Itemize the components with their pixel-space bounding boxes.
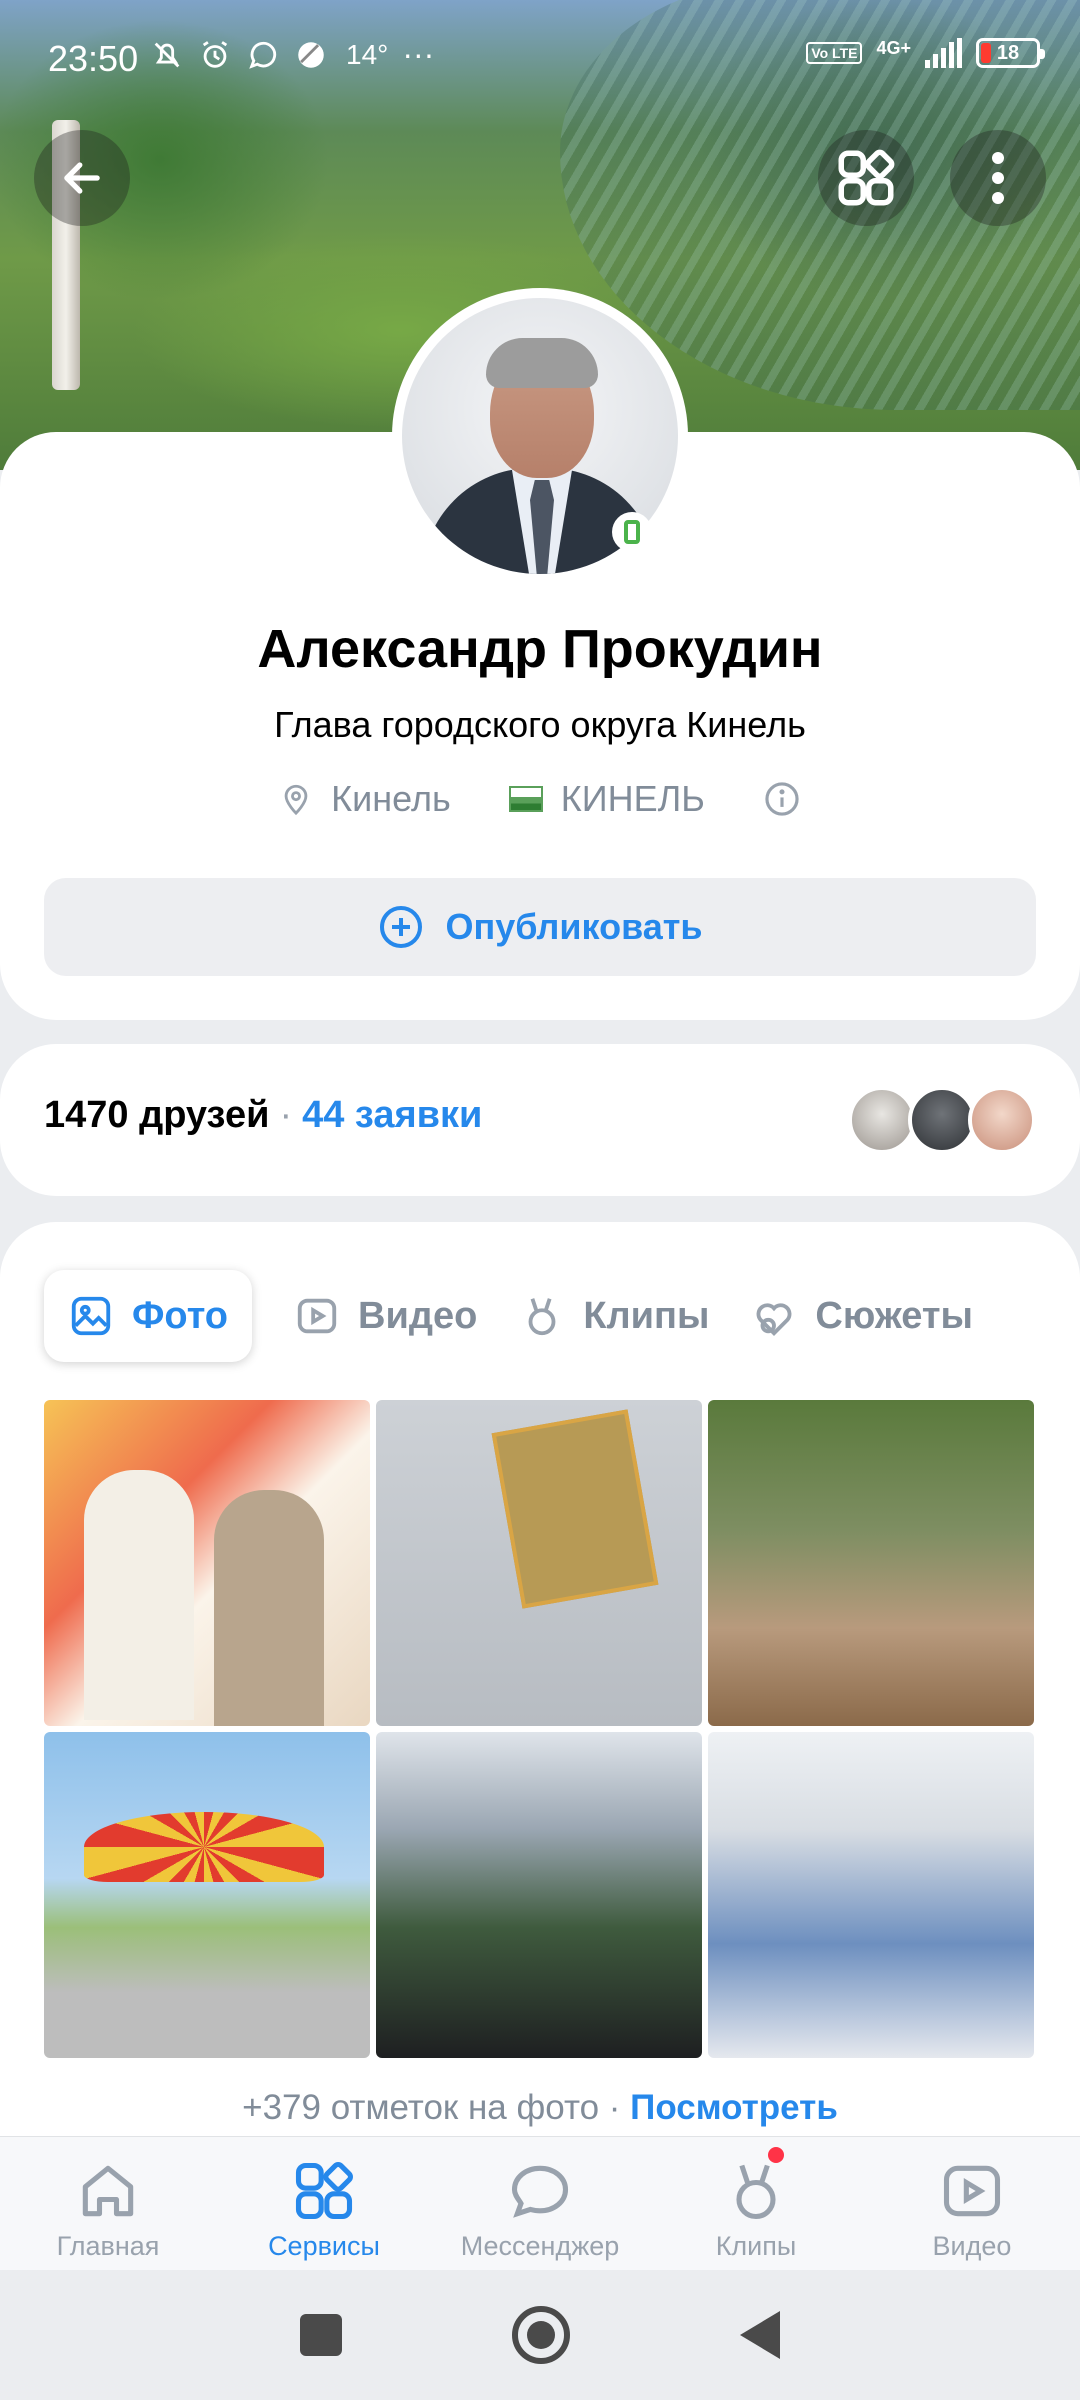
more-options-button[interactable] — [950, 130, 1046, 226]
nav-label: Видео — [932, 2231, 1012, 2261]
tab-label: Клипы — [583, 1294, 710, 1337]
video-icon — [297, 1298, 337, 1334]
profile-meta: Кинель КИНЕЛЬ — [0, 778, 1080, 820]
photo-thumbnail[interactable] — [44, 1400, 370, 1726]
system-navigation-bar — [0, 2270, 1080, 2400]
plus-circle-icon — [380, 906, 423, 948]
photo-thumbnail[interactable] — [376, 1400, 702, 1726]
friend-avatar — [968, 1086, 1036, 1154]
tab-stories[interactable]: Сюжеты — [751, 1270, 973, 1362]
friends-separator: · — [279, 1094, 293, 1136]
status-system-icons: Vo LTE 4G+ 18 — [806, 38, 1045, 68]
nav-messenger[interactable]: Мессенджер — [432, 2137, 648, 2270]
signal-icon — [925, 38, 962, 68]
photo-tags-count: +379 отметок на фото · — [242, 2088, 631, 2127]
media-card: Фото Видео Клипы Сюжеты +379 отметок на … — [0, 1222, 1080, 2152]
photo-thumbnail[interactable] — [708, 1400, 1034, 1726]
whatsapp-icon — [249, 41, 277, 69]
tab-clips[interactable]: Клипы — [519, 1270, 709, 1362]
profile-community[interactable]: КИНЕЛЬ — [561, 778, 705, 820]
recent-apps-button[interactable] — [300, 2314, 342, 2356]
nav-home[interactable]: Главная — [0, 2137, 216, 2270]
status-bar: 23:50 14° ··· Vo LTE 4G+ 18 — [0, 0, 1080, 110]
image-icon — [71, 1296, 111, 1336]
home-icon — [82, 2165, 134, 2217]
friend-avatars[interactable] — [848, 1086, 1036, 1154]
nav-clips[interactable]: Клипы — [648, 2137, 864, 2270]
nav-label: Мессенджер — [460, 2231, 620, 2261]
friends-card[interactable]: 1470 друзей · 44 заявки — [0, 1044, 1080, 1196]
community-logo-icon — [508, 786, 543, 812]
friend-avatar — [908, 1086, 976, 1154]
arrow-left-icon — [64, 162, 100, 194]
network-type: 4G+ — [876, 38, 911, 58]
clips-icon — [528, 1298, 556, 1336]
online-mobile-icon — [612, 512, 652, 552]
profile-city[interactable]: Кинель — [331, 778, 451, 820]
location-pin-icon — [284, 784, 308, 816]
stories-icon — [756, 1303, 792, 1336]
tab-photo[interactable]: Фото — [44, 1270, 253, 1362]
clips-icon — [736, 2164, 776, 2220]
nav-label: Клипы — [715, 2231, 797, 2261]
services-menu-button[interactable] — [818, 130, 914, 226]
services-icon — [295, 2162, 353, 2220]
photo-thumbnail[interactable] — [44, 1732, 370, 2058]
nav-label: Сервисы — [268, 2231, 380, 2261]
friends-count[interactable]: 1470 друзей — [44, 1094, 269, 1137]
photo-thumbnail[interactable] — [708, 1732, 1034, 2058]
photo-tags-view-link[interactable]: Посмотреть — [630, 2088, 838, 2127]
weather-icon — [298, 41, 324, 68]
muted-bell-icon — [154, 42, 180, 67]
tab-video[interactable]: Видео — [294, 1270, 477, 1362]
battery-level: 18 — [996, 41, 1020, 64]
more-vertical-icon — [992, 152, 1004, 204]
tab-label: Фото — [132, 1294, 229, 1337]
notification-dot — [768, 2147, 784, 2163]
profile-status: Глава городского округа Кинель — [274, 704, 806, 745]
media-tabs: Фото Видео Клипы Сюжеты — [44, 1270, 973, 1362]
back-button[interactable] — [34, 130, 130, 226]
nav-label: Главная — [56, 2231, 160, 2261]
messenger-icon — [511, 2165, 569, 2218]
tab-label: Сюжеты — [815, 1294, 973, 1337]
tab-label: Видео — [358, 1294, 478, 1337]
profile-name: Александр Прокудин — [257, 619, 823, 679]
photo-tags-row: +379 отметок на фото · Посмотреть — [0, 2088, 1080, 2128]
friend-avatar — [848, 1086, 916, 1154]
photo-grid — [44, 1400, 1034, 2058]
status-more-icon: ··· — [402, 36, 435, 72]
status-temperature: 14° — [346, 38, 389, 70]
publish-button[interactable]: Опубликовать — [44, 878, 1036, 976]
system-back-button[interactable] — [740, 2311, 780, 2359]
status-time: 23:50 — [48, 38, 139, 79]
status-notification-icons: 14° ··· — [150, 36, 434, 73]
publish-label: Опубликовать — [445, 906, 703, 947]
video-icon — [943, 2165, 1001, 2217]
friends-summary: 1470 друзей · 44 заявки — [44, 1094, 482, 1137]
battery-icon: 18 — [976, 38, 1045, 68]
services-grid-icon — [838, 149, 895, 206]
nav-video[interactable]: Видео — [864, 2137, 1080, 2270]
alarm-icon — [202, 40, 228, 68]
photo-thumbnail[interactable] — [376, 1732, 702, 2058]
volte-icon: Vo LTE — [806, 42, 863, 64]
info-icon[interactable] — [763, 780, 801, 818]
nav-services[interactable]: Сервисы — [216, 2137, 432, 2270]
home-button[interactable] — [512, 2306, 570, 2364]
bottom-navigation: Главная Сервисы Мессенджер Клипы Видео — [0, 2136, 1080, 2270]
friend-requests-link[interactable]: 44 заявки — [302, 1094, 482, 1137]
